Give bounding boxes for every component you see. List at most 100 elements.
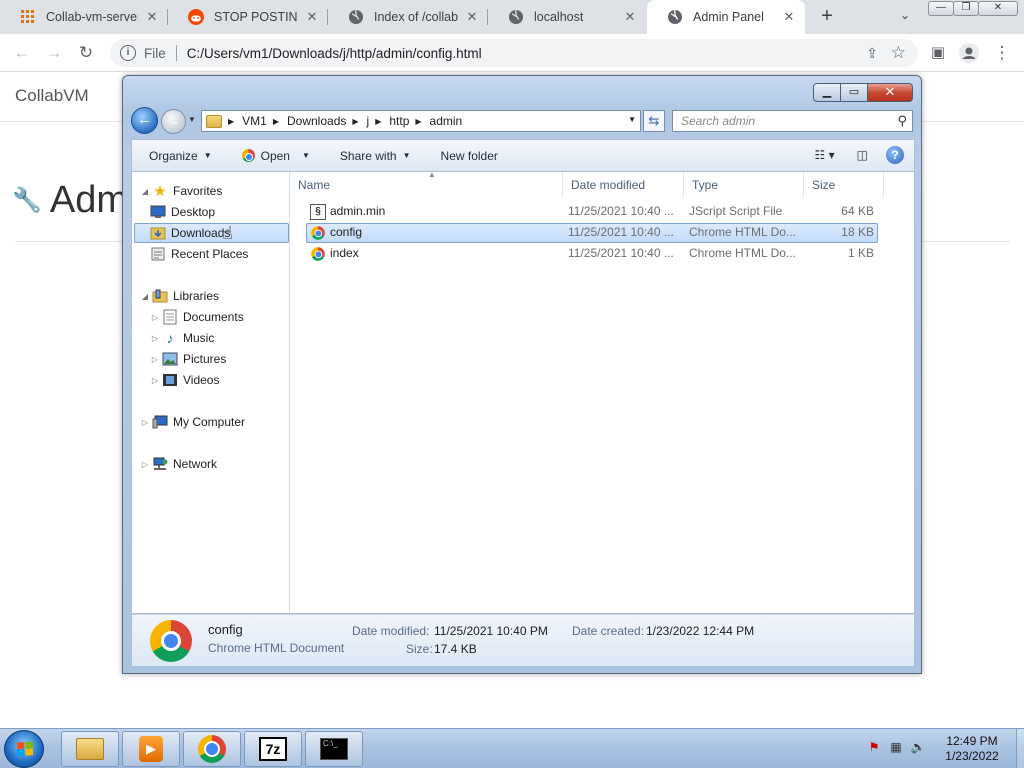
breadcrumb-downloads[interactable]: Downloads xyxy=(287,114,346,128)
open-menu[interactable]: Open ▼ xyxy=(241,149,310,163)
collapsed-triangle-icon[interactable]: ▷ xyxy=(150,313,160,322)
info-icon[interactable]: i xyxy=(120,45,136,61)
breadcrumb-chevron-icon[interactable]: ▶ xyxy=(352,117,358,126)
taskbar-7zip[interactable]: 7z xyxy=(244,731,302,767)
omnibox[interactable]: i File C:/Users/vm1/Downloads/j/http/adm… xyxy=(110,39,918,67)
help-icon[interactable]: ? xyxy=(886,146,904,164)
new-folder-button[interactable]: New folder xyxy=(441,149,498,163)
taskbar-explorer[interactable] xyxy=(61,731,119,767)
explorer-back-button[interactable]: ← xyxy=(131,107,158,134)
profile-avatar-icon[interactable] xyxy=(957,41,981,65)
file-row-admin-min[interactable]: § admin.min 11/25/2021 10:40 ... JScript… xyxy=(306,202,878,222)
action-center-flag-icon[interactable]: ⚑ xyxy=(866,740,882,756)
tab-collab-vm-server[interactable]: Collab-vm-server ✕ xyxy=(0,0,168,34)
taskbar-chrome[interactable] xyxy=(183,731,241,767)
nav-music[interactable]: ▷ ♪ Music xyxy=(150,328,214,348)
navigation-row: ← → ▼ ▶ VM1 ▶ Downloads ▶ j ▶ http ▶ adm… xyxy=(131,106,915,136)
omnibox-url[interactable]: C:/Users/vm1/Downloads/j/http/admin/conf… xyxy=(187,46,482,61)
explorer-minimize-button[interactable]: ▁ xyxy=(813,83,841,102)
tab-close-icon[interactable]: ✕ xyxy=(144,9,160,25)
globe-icon xyxy=(508,9,524,25)
expanded-triangle-icon[interactable]: ◢ xyxy=(140,187,150,196)
column-header-date-modified[interactable]: Date modified xyxy=(563,172,684,198)
taskbar-command-prompt[interactable]: C:\_ xyxy=(305,731,363,767)
show-desktop-button[interactable] xyxy=(1016,729,1024,768)
breadcrumb-admin[interactable]: admin xyxy=(430,114,463,128)
folder-icon xyxy=(76,735,104,763)
browser-tab-strip: Collab-vm-server ✕ STOP POSTING AI ✕ Ind… xyxy=(0,0,1024,34)
bookmark-star-icon[interactable]: ☆ xyxy=(891,43,906,63)
back-arrow-icon[interactable]: ← xyxy=(10,41,34,65)
breadcrumb-http[interactable]: http xyxy=(389,114,409,128)
refresh-icon[interactable]: ⇆ xyxy=(643,110,665,132)
tab-index-of-collabvm[interactable]: Index of /collabvm ✕ xyxy=(328,0,488,34)
tab-localhost[interactable]: localhost ✕ xyxy=(488,0,646,34)
nav-my-computer-label: My Computer xyxy=(173,415,246,429)
side-panel-icon[interactable]: ▣ xyxy=(926,41,950,65)
breadcrumb-chevron-icon[interactable]: ▶ xyxy=(415,117,421,126)
chrome-icon xyxy=(198,735,226,763)
breadcrumb-chevron-icon[interactable]: ▶ xyxy=(273,117,279,126)
taskbar-media-player[interactable]: ▶ xyxy=(122,731,180,767)
forward-arrow-icon[interactable]: → xyxy=(42,41,66,65)
collapsed-triangle-icon[interactable]: ▷ xyxy=(150,376,160,385)
collapsed-triangle-icon[interactable]: ▷ xyxy=(140,418,150,427)
file-row-index[interactable]: index 11/25/2021 10:40 ... Chrome HTML D… xyxy=(306,244,878,264)
preview-pane-icon[interactable]: ◫ xyxy=(857,148,868,162)
nav-pictures[interactable]: ▷ Pictures xyxy=(150,349,226,369)
new-tab-button[interactable]: + xyxy=(816,6,838,28)
tab-close-icon[interactable]: ✕ xyxy=(304,9,320,25)
share-icon[interactable]: ⇪ xyxy=(866,45,878,62)
search-icon[interactable]: ⚲ xyxy=(897,113,907,129)
nav-recent-places[interactable]: Recent Places xyxy=(150,244,248,264)
tab-close-icon[interactable]: ✕ xyxy=(464,9,480,25)
nav-desktop[interactable]: Desktop xyxy=(150,202,215,222)
start-button[interactable] xyxy=(4,730,44,768)
expanded-triangle-icon[interactable]: ◢ xyxy=(140,292,150,301)
breadcrumb-j[interactable]: j xyxy=(367,114,370,128)
tab-close-icon[interactable]: ✕ xyxy=(781,9,797,25)
column-header-size[interactable]: Size xyxy=(804,172,884,198)
file-row-config[interactable]: config 11/25/2021 10:40 ... Chrome HTML … xyxy=(306,223,878,243)
site-brand[interactable]: CollabVM xyxy=(15,86,89,106)
tab-search-chevron-icon[interactable]: ⌄ xyxy=(896,8,914,26)
network-tray-icon[interactable]: ▦ xyxy=(888,740,904,756)
organize-menu[interactable]: Organize ▼ xyxy=(149,149,212,163)
breadcrumb-vm1[interactable]: VM1 xyxy=(242,114,267,128)
browser-menu-icon[interactable]: ⋮ xyxy=(990,41,1014,65)
nav-downloads[interactable]: Downloads xyxy=(134,223,289,243)
column-header-type[interactable]: Type xyxy=(684,172,804,198)
volume-icon[interactable]: 🔈 xyxy=(910,740,926,756)
change-view-icon[interactable]: ☷ ▾ xyxy=(815,148,835,162)
search-input[interactable]: Search admin ⚲ xyxy=(672,110,913,132)
nav-favorites[interactable]: ◢ ★ Favorites xyxy=(140,181,222,201)
explorer-close-button[interactable]: ✕ xyxy=(868,83,913,102)
nav-videos[interactable]: ▷ Videos xyxy=(150,370,220,390)
window-minimize-button[interactable]: — xyxy=(928,1,954,16)
share-with-menu[interactable]: Share with ▼ xyxy=(340,149,411,163)
collapsed-triangle-icon[interactable]: ▷ xyxy=(150,334,160,343)
nav-libraries[interactable]: ◢ Libraries xyxy=(140,286,219,306)
window-close-button[interactable]: ✕ xyxy=(978,1,1018,16)
explorer-maximize-button[interactable]: ▭ xyxy=(841,83,868,102)
recent-pages-dropdown-icon[interactable]: ▼ xyxy=(188,115,196,124)
taskbar-clock[interactable]: 12:49 PM 1/23/2022 xyxy=(930,734,1014,764)
window-restore-button[interactable]: ❐ xyxy=(953,1,979,16)
collapsed-triangle-icon[interactable]: ▷ xyxy=(140,460,150,469)
explorer-forward-button[interactable]: → xyxy=(161,109,186,134)
collapsed-triangle-icon[interactable]: ▷ xyxy=(150,355,160,364)
tab-admin-panel[interactable]: Admin Panel ✕ xyxy=(647,0,805,34)
7zip-icon: 7z xyxy=(259,735,287,763)
reload-icon[interactable]: ↻ xyxy=(74,41,98,65)
breadcrumb-chevron-icon[interactable]: ▶ xyxy=(375,117,381,126)
tab-close-icon[interactable]: ✕ xyxy=(622,9,638,25)
breadcrumb-chevron-icon[interactable]: ▶ xyxy=(228,117,234,126)
address-bar[interactable]: ▶ VM1 ▶ Downloads ▶ j ▶ http ▶ admin ▼ xyxy=(201,110,641,132)
nav-my-computer[interactable]: ▷ My Computer xyxy=(140,412,245,432)
nav-documents[interactable]: ▷ Documents xyxy=(150,307,244,327)
nav-network[interactable]: ▷ Network xyxy=(140,454,217,474)
address-dropdown-icon[interactable]: ▼ xyxy=(628,115,636,124)
tab-stop-posting[interactable]: STOP POSTING AI ✕ xyxy=(168,0,328,34)
pictures-icon xyxy=(162,351,178,367)
column-header-name[interactable]: ▲ Name xyxy=(290,170,563,198)
